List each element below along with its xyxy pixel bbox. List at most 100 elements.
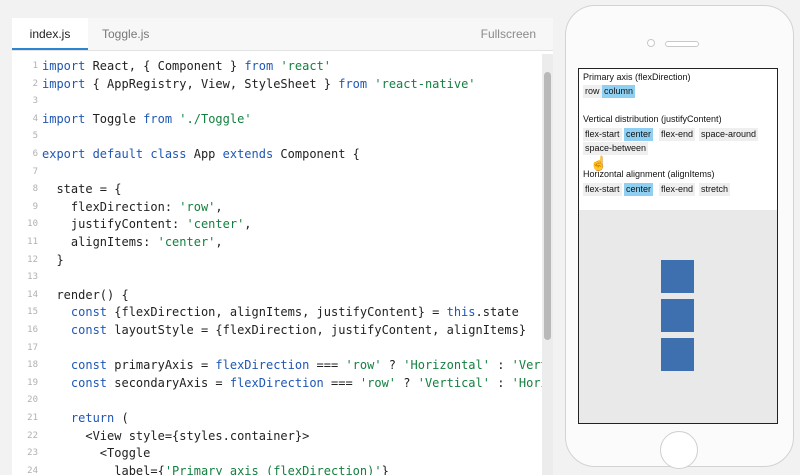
layout-box [661,299,694,332]
code-token: 'center' [157,235,216,249]
camera-icon [647,39,655,47]
code-token: flexDirection [229,375,324,390]
code-token: React, { Component } [85,59,245,73]
code-token: const [70,323,108,337]
code-token: 'Vertica [511,358,542,373]
code-token: return [70,411,115,425]
code-line: 13 [12,268,42,286]
code-token: === [309,358,346,373]
code-token: {flexDirection, alignItems, justifyConte… [107,305,447,320]
code-token: } [381,463,389,475]
code-token: import [42,59,86,73]
code-token: , [244,217,252,232]
code-token: <Toggle [42,446,151,461]
code-token: 'row' [359,375,397,390]
code-token: <View style={styles.container}> [42,428,310,443]
code-editor: index.js Toggle.js Fullscreen 1 import Re… [12,18,553,475]
code-token: import [42,111,86,126]
tab-index-js[interactable]: index.js [12,18,88,50]
code-token: { AppRegistry, View, StyleSheet } [85,76,339,91]
line-number: 11 [27,237,38,247]
line-number: 20 [27,395,38,406]
toggle-section-title: Primary axis (flexDirection) [583,72,691,82]
code-token: Component { [273,147,360,161]
code-token: justifyContent: [42,217,187,232]
toggle-option-flex-end[interactable]: flex-end [659,183,696,196]
code-token: : [489,358,512,373]
code-token: primaryAxis = [107,358,216,373]
code-line: 24 label={'Primary axis (flexDirection)'… [12,462,389,475]
toggle-section-title: Vertical distribution (justifyContent) [583,114,722,124]
toggle-option-stretch[interactable]: stretch [699,183,731,196]
toggle-option-center[interactable]: center [624,183,654,196]
toggle-option-flex-start[interactable]: flex-start [583,128,622,141]
code-token: Toggle [85,111,144,126]
code-token: const [70,358,108,373]
code-token: from [338,76,368,91]
line-number: 7 [32,166,38,177]
home-button[interactable] [660,431,698,469]
toggle-option-row[interactable]: row [583,85,602,98]
toggle-option-flex-start[interactable]: flex-start [583,183,622,196]
code-line: 7 [12,163,42,181]
code-token: './Toggle' [179,111,252,126]
code-line: 5 [12,127,42,145]
line-number: 6 [32,149,38,159]
code-token: : [489,375,512,390]
code-token: render() { [42,287,129,302]
code-token: import [42,76,86,91]
code-token: secondaryAxis = [107,375,230,390]
code-line: 2 import { AppRegistry, View, StyleSheet … [12,75,476,93]
code-area[interactable]: 1 import React, { Component } from 'react… [12,54,542,475]
scrollbar-thumb[interactable] [544,72,551,340]
fullscreen-button[interactable]: Fullscreen [481,18,536,50]
toggle-option-column[interactable]: column [602,85,636,98]
line-number: 1 [32,61,38,71]
toggle-option-space-between[interactable]: space-between [583,142,649,155]
layout-box [661,260,694,293]
vertical-scrollbar[interactable] [542,54,553,475]
code-line: 22 <View style={styles.container}> [12,427,309,445]
line-number: 5 [32,131,38,142]
phone-simulator: Primary axis (flexDirection) row column Ver… [565,5,794,469]
toggle-option-center[interactable]: center [624,128,654,141]
code-token: extends [222,147,274,161]
code-token: 'react-native' [374,76,476,91]
code-token: const [70,375,108,390]
code-line: 8 state = { [12,180,122,198]
layout-box [661,338,694,371]
code-line: 14 render() { [12,286,129,304]
line-number: 12 [27,254,38,265]
line-number: 9 [32,201,38,212]
toggle-option-flex-end[interactable]: flex-end [659,128,696,141]
code-token: layoutStyle = {flexDirection, justifyCon… [107,323,527,337]
line-number: 14 [27,289,38,300]
code-line: 17 [12,339,42,357]
code-line: 15 const {flexDirection, alignItems, jus… [12,303,519,321]
toggle-option-space-around[interactable]: space-around [699,128,759,141]
code-token: , [215,235,223,249]
tab-toggle-js[interactable]: Toggle.js [102,18,149,50]
code-line: 10 justifyContent: 'center', [12,215,252,233]
code-token: ? [381,358,404,373]
code-token: 'react' [280,59,332,73]
code-token: 'Horizontal' [403,358,490,373]
code-token: this [446,305,476,320]
code-line: 19 const secondaryAxis = flexDirection =… [12,374,542,392]
line-number: 17 [27,342,38,353]
code-line: 4 import Toggle from './Toggle' [12,110,252,128]
line-number: 22 [27,430,38,441]
phone-screen: Primary axis (flexDirection) row column Ver… [578,68,778,424]
code-token: App [186,147,223,161]
code-token: 'Horizon [511,375,542,390]
layout-preview-area [579,210,777,423]
code-token: alignItems: [42,235,158,249]
code-line: 11 alignItems: 'center', [12,233,223,251]
code-token: state = { [42,182,122,197]
code-token: flexDirection: [42,199,180,214]
